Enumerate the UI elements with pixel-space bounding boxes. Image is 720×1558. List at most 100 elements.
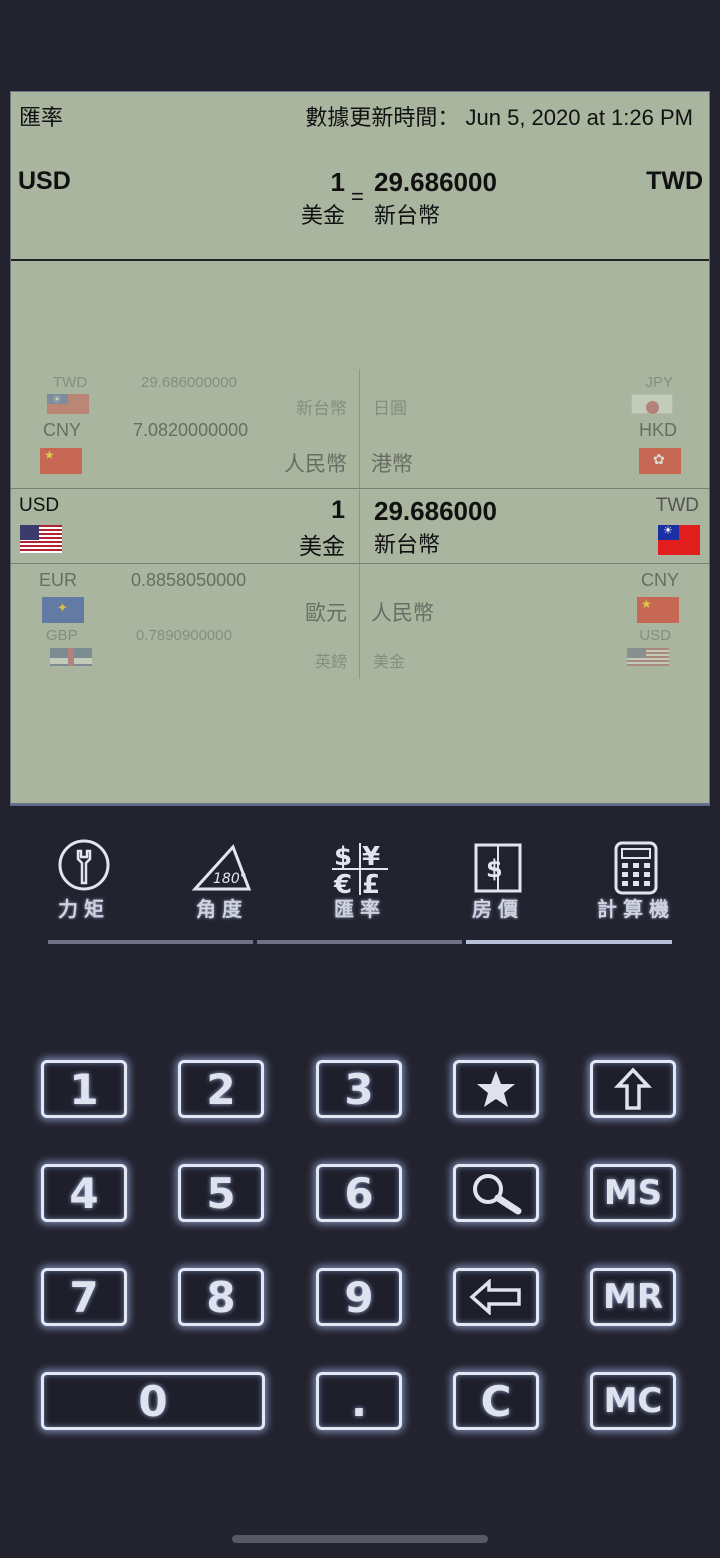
tab-label: 房價 [472,899,524,921]
selected-to-name: 新台幣 [374,532,441,557]
svg-text:$: $ [334,842,352,872]
arrow-up-icon [613,1067,653,1110]
header-divider [11,259,709,261]
svg-text:180°: 180° [213,871,247,887]
usa-flag-icon [20,525,62,553]
key-3[interactable]: 3 [316,1060,402,1118]
wrench-icon [58,839,110,891]
currency-code: CNY [640,570,679,590]
key-decimal[interactable]: . [316,1372,402,1430]
currency-name: 人民幣 [371,602,434,625]
backspace-button[interactable] [453,1268,539,1326]
selected-from-amount: 1 [331,496,345,524]
currency-rate: 0.7890900000 [136,627,232,644]
currency-icon: $ ¥ € £ [332,842,388,895]
currency-name: 日圓 [373,399,407,418]
display-panel: 匯率 數據更新時間： Jun 5, 2020 at 1:26 PM USD 1 … [10,91,710,804]
tab-indicator-middle [257,940,462,944]
key-4[interactable]: 4 [41,1164,127,1222]
currency-name: 人民幣 [284,453,347,476]
tab-currency[interactable]: $ ¥ € £ 匯率 [300,835,420,930]
page-title: 匯率 [19,105,64,130]
currency-name: 歐元 [305,602,347,625]
currency-rate: 29.686000000 [141,374,237,391]
selected-from-name: 美金 [299,533,345,559]
china-flag-icon [40,448,82,474]
currency-code: HKD [638,420,677,440]
currency-rate: 0.8858050000 [131,570,247,590]
key-5[interactable]: 5 [178,1164,264,1222]
tab-calculator[interactable]: 計算機 [576,835,696,930]
taiwan-flag-icon [658,524,700,555]
svg-text:€: € [333,870,352,895]
calculator-icon [614,841,658,895]
key-8[interactable]: 8 [178,1268,264,1326]
tab-label: 角度 [196,899,248,921]
tab-label: 計算機 [597,899,675,921]
to-currency-name: 新台幣 [374,203,441,228]
memory-recall-label: MR [602,1277,663,1317]
china-flag-icon [637,597,679,623]
search-button[interactable] [453,1164,539,1222]
currency-picker[interactable]: TWD 29.686000000 新台幣 CNY 7.0820000000 人民… [11,364,709,684]
update-timestamp: Jun 5, 2020 at 1:26 PM [465,105,694,130]
memory-clear-button[interactable]: MC [590,1372,676,1430]
currency-name: 新台幣 [296,399,347,418]
update-label: 數據更新時間： [305,105,460,130]
from-amount: 1 [330,167,345,197]
japan-flag-icon [631,394,673,414]
tab-label: 力矩 [58,899,110,921]
equals-sign: = [351,184,364,209]
conversion-result: 29.686000 [374,167,497,197]
key-7[interactable]: 7 [41,1268,127,1326]
eu-flag-icon [42,597,84,623]
currency-code: USD [639,627,671,644]
key-9[interactable]: 9 [316,1268,402,1326]
key-0[interactable]: 0 [41,1372,265,1430]
currency-code: GBP [46,627,78,644]
tab-indicator-left [48,940,253,944]
currency-rate: 7.0820000000 [133,420,249,440]
currency-code: JPY [645,374,673,391]
from-currency-name: 美金 [300,203,345,228]
search-icon [473,1174,522,1215]
favorite-button[interactable] [453,1060,539,1118]
selected-from-code: USD [19,495,60,516]
tool-tabs: 力矩 180° 角度 $ ¥ € £ 匯率 $ 房價 計算機 [0,835,720,945]
house-price-icon: $ [474,843,522,893]
selected-to-code: TWD [655,495,699,516]
memory-recall-button[interactable]: MR [590,1268,676,1326]
memory-store-button[interactable]: MS [590,1164,676,1222]
uk-flag-icon [50,648,92,666]
picker-selected-row[interactable]: USD 1 美金 29.686000 新台幣 TWD [11,488,709,564]
usa-flag-icon [627,648,669,666]
tab-indicator-active [466,940,672,944]
svg-text:$: $ [486,855,503,883]
currency-code: TWD [53,374,88,391]
memory-clear-label: MC [603,1381,663,1421]
to-currency-code: TWD [646,167,703,195]
update-time: 數據更新時間： Jun 5, 2020 at 1:26 PM [305,100,693,132]
svg-text:¥: ¥ [362,842,380,872]
tab-house-price[interactable]: $ 房價 [438,835,558,930]
angle-icon: 180° [191,844,252,891]
key-2[interactable]: 2 [178,1060,264,1118]
hong-kong-flag-icon [639,448,681,474]
backspace-icon [469,1279,521,1315]
selected-to-value: 29.686000 [374,496,497,526]
taiwan-flag-icon [47,393,89,414]
currency-name: 港幣 [371,453,413,476]
tab-angle[interactable]: 180° 角度 [162,835,282,930]
from-currency-code: USD [18,167,71,195]
key-6[interactable]: 6 [316,1164,402,1222]
home-indicator[interactable] [232,1535,488,1543]
currency-name: 美金 [373,654,406,671]
clear-button[interactable]: C [453,1372,539,1430]
currency-code: CNY [43,420,82,440]
key-1[interactable]: 1 [41,1060,127,1118]
tab-torque[interactable]: 力矩 [24,835,144,930]
currency-code: EUR [39,570,78,590]
shift-button[interactable] [590,1060,676,1118]
svg-text:£: £ [362,870,380,895]
currency-name: 英鎊 [314,654,347,671]
